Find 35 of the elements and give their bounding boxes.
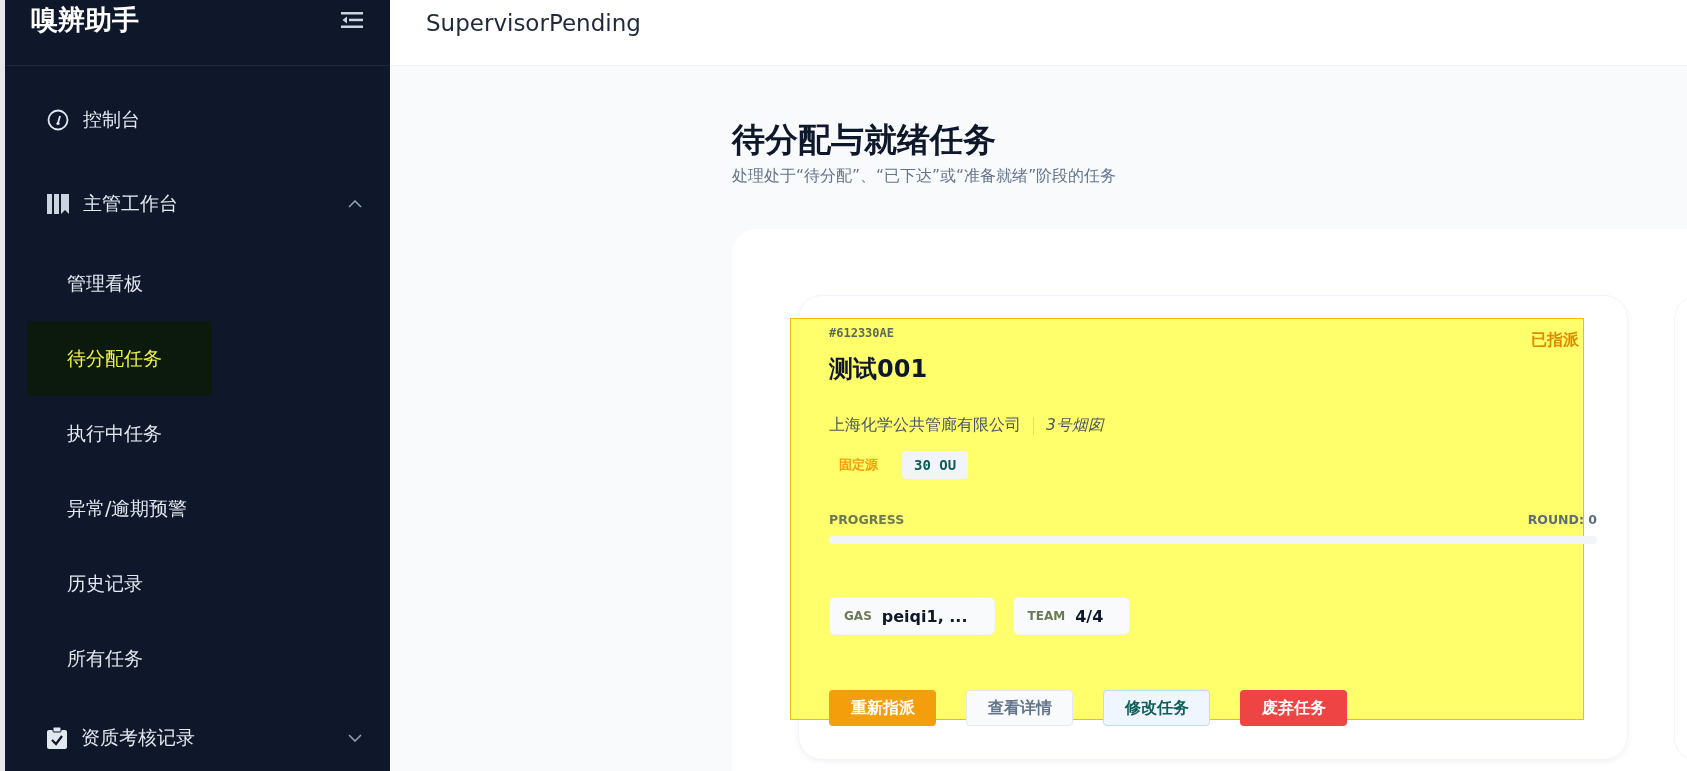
action-button[interactable]: 废弃任务: [1240, 690, 1347, 726]
sidebar-item[interactable]: 主管工作台: [5, 162, 390, 246]
gas-label: GAS: [844, 609, 872, 623]
sidebar-subitem[interactable]: 所有任务: [27, 621, 212, 696]
action-button[interactable]: 查看详情: [966, 690, 1073, 726]
team-label: TEAM: [1027, 609, 1066, 623]
sidebar-subitem[interactable]: 待分配任务: [27, 321, 212, 396]
task-id: #612330AE: [829, 326, 895, 340]
company-name: 上海化学公共管廊有限公司: [829, 415, 1021, 436]
task-name: 测试001: [829, 354, 929, 385]
sidebar-item[interactable]: 资质考核记录: [5, 696, 390, 771]
gas-value: peiqi1, ...: [881, 606, 969, 626]
chevron-up-icon: [348, 200, 362, 208]
sidebar-subitem[interactable]: 异常/逾期预警: [27, 471, 212, 546]
chevron-down-icon: [348, 734, 362, 742]
team-value: 4/4: [1075, 606, 1105, 626]
board-icon: [47, 194, 69, 214]
page-name: SupervisorPending: [426, 9, 641, 36]
sidebar-item[interactable]: 控制台: [5, 78, 390, 162]
task-status: 已指派: [1531, 330, 1579, 351]
round-count: ROUND: 0: [1527, 512, 1597, 527]
source-name: 3号烟囱: [1046, 415, 1104, 436]
sidebar-subitem[interactable]: 管理看板: [27, 246, 212, 321]
page-title: 待分配与就绪任务: [732, 119, 997, 161]
source-type-tag: 固定源: [829, 450, 888, 480]
gauge-icon: [47, 109, 69, 131]
page-subtitle: 处理处于“待分配”、“已下达”或“准备就绪”阶段的任务: [732, 166, 1118, 187]
progress-label: PROGRESS: [829, 512, 905, 527]
concentration-tag: 30 OU: [902, 451, 969, 479]
sidebar-subitem[interactable]: 执行中任务: [27, 396, 212, 471]
clipboard-check-icon: [47, 727, 67, 749]
menu-collapse-icon[interactable]: [341, 12, 363, 28]
action-button[interactable]: 修改任务: [1103, 690, 1210, 726]
app-title: 嗅辨助手: [31, 3, 139, 37]
sidebar-subitem[interactable]: 历史记录: [27, 546, 212, 621]
